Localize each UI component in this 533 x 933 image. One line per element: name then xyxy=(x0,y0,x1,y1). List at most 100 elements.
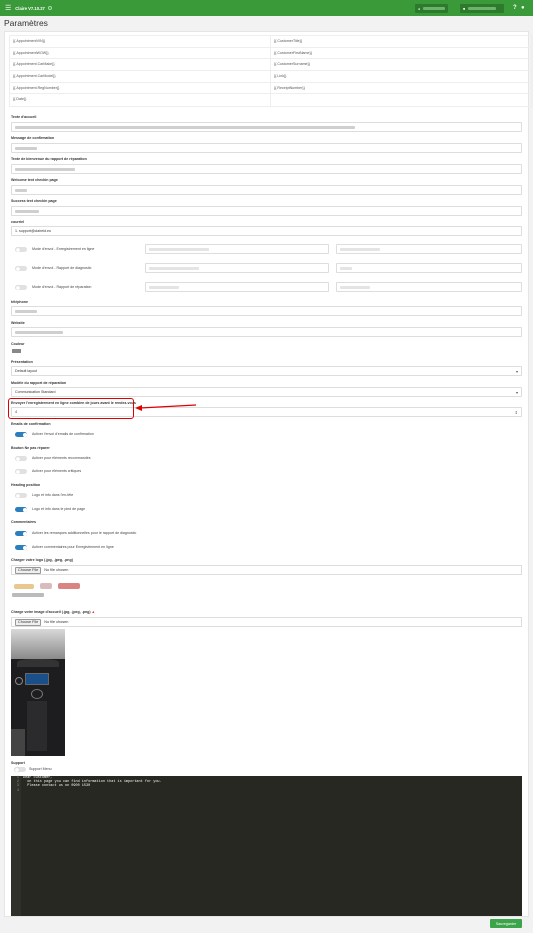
send-mode-online-label: Mode d'envoi - Enregistrement en ligne xyxy=(32,247,95,251)
tag-cell: {{.Appointment.CarMake}} xyxy=(10,59,271,71)
welcome-text-label: Texte d'accueil xyxy=(11,115,37,119)
report-text-label: Texte de bienvenue du rapport de réparat… xyxy=(11,157,87,161)
tag-cell: {{.CustomerSurname}} xyxy=(271,59,532,71)
welcome-text-input[interactable] xyxy=(11,122,522,132)
tag-cell: {{.CustomerTitle}} xyxy=(271,36,532,47)
location-selector[interactable]: ● xyxy=(415,4,449,13)
checkin-success-label: Success text checkin page xyxy=(11,199,57,203)
chevron-down-icon: ▾ xyxy=(515,368,518,374)
online-comments-toggle[interactable] xyxy=(15,545,27,550)
support-menu-toggle-label: Support Menu xyxy=(29,767,52,771)
recommended-toggle[interactable] xyxy=(15,456,27,461)
user-icon[interactable]: ● xyxy=(521,4,525,12)
welcome-image-label: Charge votre image d'accueil (.jpg, .jpe… xyxy=(11,610,96,614)
phone-label: téléphone xyxy=(11,300,28,304)
stepper-icon[interactable]: ⇕ xyxy=(515,410,518,415)
tag-cell: {{.Link}} xyxy=(271,71,532,82)
logo-preview xyxy=(12,581,82,599)
confirm-message-label: Message de confirmation xyxy=(11,136,55,140)
chevron-down-icon: ▾ xyxy=(515,389,518,395)
send-mode-online-option[interactable] xyxy=(336,244,522,254)
garage-selector[interactable]: ■ xyxy=(460,4,504,13)
tag-cell: {{.AppointmentWOW}} xyxy=(10,47,271,59)
tag-cell xyxy=(271,94,532,107)
support-editor[interactable]: 1 2 3 4 Dear customer, on this page you … xyxy=(11,776,522,916)
email-label: courriel xyxy=(11,220,25,224)
presentation-select[interactable]: Default layout ▾ xyxy=(11,366,522,376)
phone-input[interactable] xyxy=(11,306,522,316)
website-label: Website xyxy=(11,321,25,325)
send-mode-repair-toggle[interactable] xyxy=(15,285,27,290)
warning-icon: ▲ xyxy=(91,610,96,614)
editor-gutter: 1 2 3 4 xyxy=(11,776,21,916)
send-mode-online-toggle[interactable] xyxy=(15,247,27,252)
recommended-toggle-label: Activer pour éléments recommandés xyxy=(32,456,91,460)
save-button[interactable]: Sauvegarder xyxy=(490,919,522,928)
report-text-input[interactable] xyxy=(11,164,522,174)
highlight-box xyxy=(8,398,134,419)
welcome-image-preview xyxy=(11,629,65,756)
checkin-welcome-input[interactable] xyxy=(11,185,522,195)
extra-remarks-toggle[interactable] xyxy=(15,531,27,536)
report-model-select[interactable]: Communication Standard ▾ xyxy=(11,387,522,397)
send-mode-repair-label: Mode d'envoi - Rapport de réparation xyxy=(32,285,92,289)
confirm-emails-toggle-label: Activer l'envoi d'emails de confirmation xyxy=(32,432,94,436)
send-mode-diagnostic-label: Mode d'envoi - Rapport de diagnostic xyxy=(32,266,92,270)
color-label: Couleur xyxy=(11,342,25,346)
extra-remarks-toggle-label: Activer les remarques additionnelles pou… xyxy=(32,531,137,535)
tag-cell: {{.ReceiptNumber}} xyxy=(271,82,532,94)
no-file-text: No file chosen xyxy=(44,620,69,624)
tag-cell: {{.CustomerFirstName}} xyxy=(271,47,532,59)
help-icon[interactable]: ? xyxy=(513,4,517,12)
no-file-text: No file chosen xyxy=(44,568,69,572)
refresh-icon[interactable] xyxy=(47,6,52,10)
report-model-label: Modèle du rapport de réparation xyxy=(11,381,67,385)
not-repair-label: Bouton Ne pas réparer xyxy=(11,446,50,450)
send-mode-diagnostic-toggle[interactable] xyxy=(15,266,27,271)
tag-cell: {{.Appointment.RegNumber}} xyxy=(10,82,271,94)
logo-header-toggle-label: Logo et info dans l'en-tête xyxy=(32,493,74,497)
support-label: Support xyxy=(11,761,25,765)
send-mode-online-select[interactable] xyxy=(145,244,329,254)
annotation-arrow xyxy=(135,404,197,411)
website-input[interactable] xyxy=(11,327,522,337)
critical-toggle[interactable] xyxy=(15,469,27,474)
choose-file-button[interactable]: Choose File xyxy=(15,566,42,574)
logo-upload-label: Charger votre logo (.jpg, .jpeg, .png) xyxy=(11,558,73,562)
send-mode-repair-select[interactable] xyxy=(145,282,329,292)
confirm-message-input[interactable] xyxy=(11,143,522,153)
send-mode-diagnostic-option[interactable] xyxy=(336,263,522,273)
checkin-success-input[interactable] xyxy=(11,206,522,216)
logo-footer-toggle[interactable] xyxy=(15,507,27,512)
logo-header-toggle[interactable] xyxy=(15,493,27,498)
welcome-image-file-input[interactable]: Choose File No file chosen xyxy=(11,617,522,627)
choose-file-button[interactable]: Choose File xyxy=(15,618,42,626)
app-name: Claire V7.10.27 xyxy=(15,5,45,11)
send-mode-repair-option[interactable] xyxy=(336,282,522,292)
line-number: 4 xyxy=(16,788,19,793)
logo-file-input[interactable]: Choose File No file chosen xyxy=(11,565,522,575)
home-icon: ■ xyxy=(463,6,466,11)
tag-cell: {{.AppointmentVIN}} xyxy=(10,36,271,47)
confirm-emails-label: Emails de confirmation xyxy=(11,422,51,426)
color-swatch[interactable] xyxy=(12,349,21,353)
editor-code[interactable]: Dear customer, on this page you can find… xyxy=(23,776,162,793)
logo-footer-toggle-label: Logo et info dans le pied de page xyxy=(32,507,86,511)
tag-cell: {{.Date}} xyxy=(10,94,271,107)
presentation-label: Présentation xyxy=(11,360,33,364)
send-mode-diagnostic-select[interactable] xyxy=(145,263,329,273)
email-input[interactable]: 1. support@claireid.eu xyxy=(11,226,522,236)
confirm-emails-toggle[interactable] xyxy=(15,432,27,437)
location-pin-icon: ● xyxy=(418,6,421,11)
support-menu-toggle[interactable] xyxy=(14,767,26,772)
comments-label: Commentaires xyxy=(11,520,36,524)
page-title: Paramètres xyxy=(4,18,48,28)
checkin-welcome-label: Welcome text checkin page xyxy=(11,178,58,182)
hamburger-icon[interactable]: ☰ xyxy=(5,5,11,12)
heading-position-label: Heading position xyxy=(11,483,41,487)
tag-cell: {{.Appointment.CarModel}} xyxy=(10,71,271,82)
critical-toggle-label: Activer pour éléments critiques xyxy=(32,469,82,473)
online-comments-toggle-label: Activer commentaires pour Enregistrement… xyxy=(32,545,114,549)
top-bar: ☰ Claire V7.10.27 ● ■ ? ● xyxy=(0,0,533,16)
